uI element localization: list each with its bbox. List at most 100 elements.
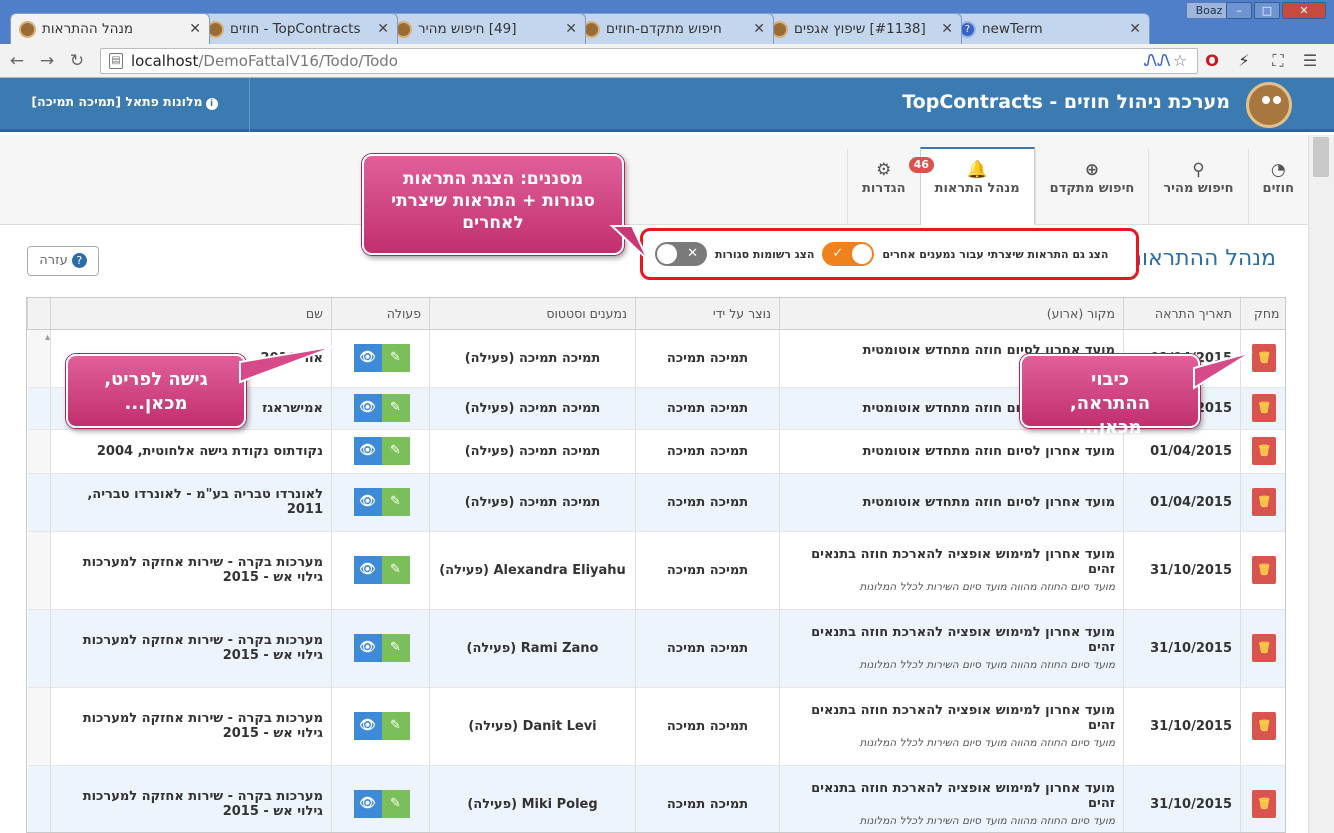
screen-capture-icon[interactable]: ⛶ xyxy=(1266,48,1290,74)
created-by: תמיכה תמיכה xyxy=(635,531,780,610)
nav-item-gear[interactable]: ⚙ הגדרות xyxy=(847,149,920,225)
view-eye-icon[interactable]: 👁 xyxy=(353,556,382,584)
help-button[interactable]: ?עזרה xyxy=(27,246,99,276)
owl-logo xyxy=(1246,82,1292,128)
view-eye-icon[interactable]: 👁 xyxy=(353,437,382,465)
edit-pencil-icon[interactable]: ✎ xyxy=(381,634,410,662)
column-header[interactable]: מקור (ארוע) xyxy=(779,298,1124,330)
trash-icon[interactable]: 🗑 xyxy=(1252,394,1277,422)
edit-pencil-icon[interactable]: ✎ xyxy=(381,556,410,584)
minimize-button[interactable]: – xyxy=(1226,2,1252,19)
trash-icon[interactable]: 🗑 xyxy=(1252,488,1277,516)
action-cell: ✎👁 xyxy=(331,531,430,610)
show-others-toggle[interactable]: ✓ xyxy=(822,242,875,266)
item-name[interactable]: לאונרדו טבריה בע"מ - לאונרדו טבריה, 2011 xyxy=(50,473,332,532)
browser-tab[interactable]: [#1138] שיפוץ אגפים ✕ xyxy=(762,13,962,44)
address-host: localhost xyxy=(131,52,199,70)
nav-item-label: חיפוש מהיר xyxy=(1163,181,1234,196)
trash-icon[interactable]: 🗑 xyxy=(1252,556,1277,584)
item-name[interactable]: נקודתוס נקודת גישה אלחוטית, 2004 xyxy=(50,429,332,474)
window-close-button[interactable]: ✕ xyxy=(1282,2,1326,19)
back-icon[interactable]: ← xyxy=(4,48,30,74)
notification-badge: 46 xyxy=(908,157,934,173)
edit-pencil-icon[interactable]: ✎ xyxy=(381,790,410,818)
menu-icon[interactable]: ☰ xyxy=(1298,48,1322,74)
nav-item-label: מנהל התראות xyxy=(934,181,1020,196)
column-header[interactable]: שם xyxy=(50,298,332,330)
trash-icon[interactable]: 🗑 xyxy=(1252,634,1277,662)
source-note: מועד סיום החוזה מהווה מועד סיום השירות ל… xyxy=(859,815,1115,827)
browser-tab[interactable]: חיפוש מתקדם-חוזים ✕ xyxy=(574,13,774,44)
view-eye-icon[interactable]: 👁 xyxy=(353,344,382,372)
bookmark-star-icon[interactable]: ☆ xyxy=(1168,48,1192,74)
nav-glyph: ⊕ xyxy=(1084,160,1100,180)
view-eye-icon[interactable]: 👁 xyxy=(353,790,382,818)
delete-cell: 🗑 xyxy=(1240,687,1285,766)
grid-scroll-gutter xyxy=(27,387,51,430)
tab-close-icon[interactable]: ✕ xyxy=(565,21,577,37)
forward-icon[interactable]: → xyxy=(34,48,60,74)
address-bar[interactable]: ▤ localhost/DemoFattalV16/Todo/Todo xyxy=(100,48,1198,74)
alert-date: 31/10/2015 xyxy=(1123,765,1241,832)
view-eye-icon[interactable]: 👁 xyxy=(353,634,382,662)
source-cell: מועד אחרון לסיום חוזה מתחדש אוטומטית xyxy=(779,473,1124,532)
show-closed-toggle[interactable]: ✕ xyxy=(655,242,707,266)
scrollbar-thumb[interactable] xyxy=(1313,137,1329,177)
trash-icon[interactable]: 🗑 xyxy=(1252,790,1277,818)
callout-dismiss-pointer xyxy=(1193,351,1253,390)
info-icon: i xyxy=(205,98,218,110)
view-eye-icon[interactable]: 👁 xyxy=(353,394,382,422)
maximize-button[interactable]: □ xyxy=(1254,2,1280,19)
item-name[interactable]: מערכות בקרה - שירות אחזקה למערכות גילוי … xyxy=(50,609,332,688)
action-cell: ✎👁 xyxy=(331,473,430,532)
nav-item-dashboard[interactable]: ◔ חוזים xyxy=(1247,149,1308,225)
edit-pencil-icon[interactable]: ✎ xyxy=(381,712,410,740)
browser-tab[interactable]: TopContracts - חוזים ✕ xyxy=(198,13,398,44)
column-header[interactable]: מחק xyxy=(1240,298,1285,330)
company-info[interactable]: iמלונות פתאל [תמיכה תמיכה] xyxy=(0,78,250,132)
edit-pencil-icon[interactable]: ✎ xyxy=(381,437,410,465)
callout-item-access-text: גישה לפריט, מכאן... xyxy=(104,369,208,414)
created-by: תמיכה תמיכה xyxy=(635,429,780,474)
opera-icon[interactable]: O xyxy=(1200,48,1224,74)
delete-cell: 🗑 xyxy=(1240,609,1285,688)
nav-item-bell[interactable]: 🔔 46 מנהל התראות xyxy=(908,147,1035,225)
source-note: מועד סיום החוזה מהווה מועד סיום השירות ל… xyxy=(859,737,1115,749)
edit-pencil-icon[interactable]: ✎ xyxy=(381,394,410,422)
tab-close-icon[interactable]: ✕ xyxy=(189,21,201,37)
alert-date: 01/04/2015 xyxy=(1123,473,1241,532)
browser-tab[interactable]: ? newTerm ✕ xyxy=(950,13,1150,44)
column-header[interactable]: תאריך התראה xyxy=(1123,298,1241,330)
browser-tab[interactable]: מנהל ההתראות ✕ xyxy=(10,13,210,44)
browser-tab[interactable]: [49] חיפוש מהיר ✕ xyxy=(386,13,586,44)
tab-close-icon[interactable]: ✕ xyxy=(753,21,765,37)
tab-close-icon[interactable]: ✕ xyxy=(377,21,389,37)
scroll-gutter-header xyxy=(27,298,51,330)
column-header[interactable]: נמענים וסטטוס xyxy=(429,298,636,330)
lightning-icon[interactable]: ⚡ xyxy=(1232,48,1256,74)
tab-close-icon[interactable]: ✕ xyxy=(941,21,953,37)
nav-glyph: 🔔 xyxy=(966,160,988,180)
source-cell: מועד אחרון למימוש אופציה להארכת חוזה בתנ… xyxy=(779,687,1124,766)
view-eye-icon[interactable]: 👁 xyxy=(353,712,382,740)
grid-scroll-gutter xyxy=(27,609,51,688)
nav-item-label: חיפוש מתקדם xyxy=(1049,181,1135,196)
page-scrollbar[interactable] xyxy=(1308,135,1334,833)
item-name[interactable]: מערכות בקרה - שירות אחזקה למערכות גילוי … xyxy=(50,687,332,766)
reload-icon[interactable]: ↻ xyxy=(64,48,90,74)
nav-item-search[interactable]: ⚲ חיפוש מהיר xyxy=(1148,149,1247,225)
nav-item-zoom-in[interactable]: ⊕ חיפוש מתקדם xyxy=(1034,149,1149,225)
column-header[interactable]: נוצר על ידי xyxy=(635,298,780,330)
grid-scroll-gutter xyxy=(27,765,51,832)
tab-close-icon[interactable]: ✕ xyxy=(1129,21,1141,37)
edit-pencil-icon[interactable]: ✎ xyxy=(381,488,410,516)
view-eye-icon[interactable]: 👁 xyxy=(353,488,382,516)
trash-icon[interactable]: 🗑 xyxy=(1252,437,1277,465)
extension-icon[interactable]: ᏁᏁ xyxy=(1144,48,1171,74)
trash-icon[interactable]: 🗑 xyxy=(1252,712,1277,740)
item-name[interactable]: מערכות בקרה - שירות אחזקה למערכות גילוי … xyxy=(50,765,332,832)
edit-pencil-icon[interactable]: ✎ xyxy=(381,344,410,372)
item-name[interactable]: מערכות בקרה - שירות אחזקה למערכות גילוי … xyxy=(50,531,332,610)
column-header[interactable]: פעולה xyxy=(331,298,430,330)
address-path: /DemoFattalV16/Todo/Todo xyxy=(198,52,398,70)
